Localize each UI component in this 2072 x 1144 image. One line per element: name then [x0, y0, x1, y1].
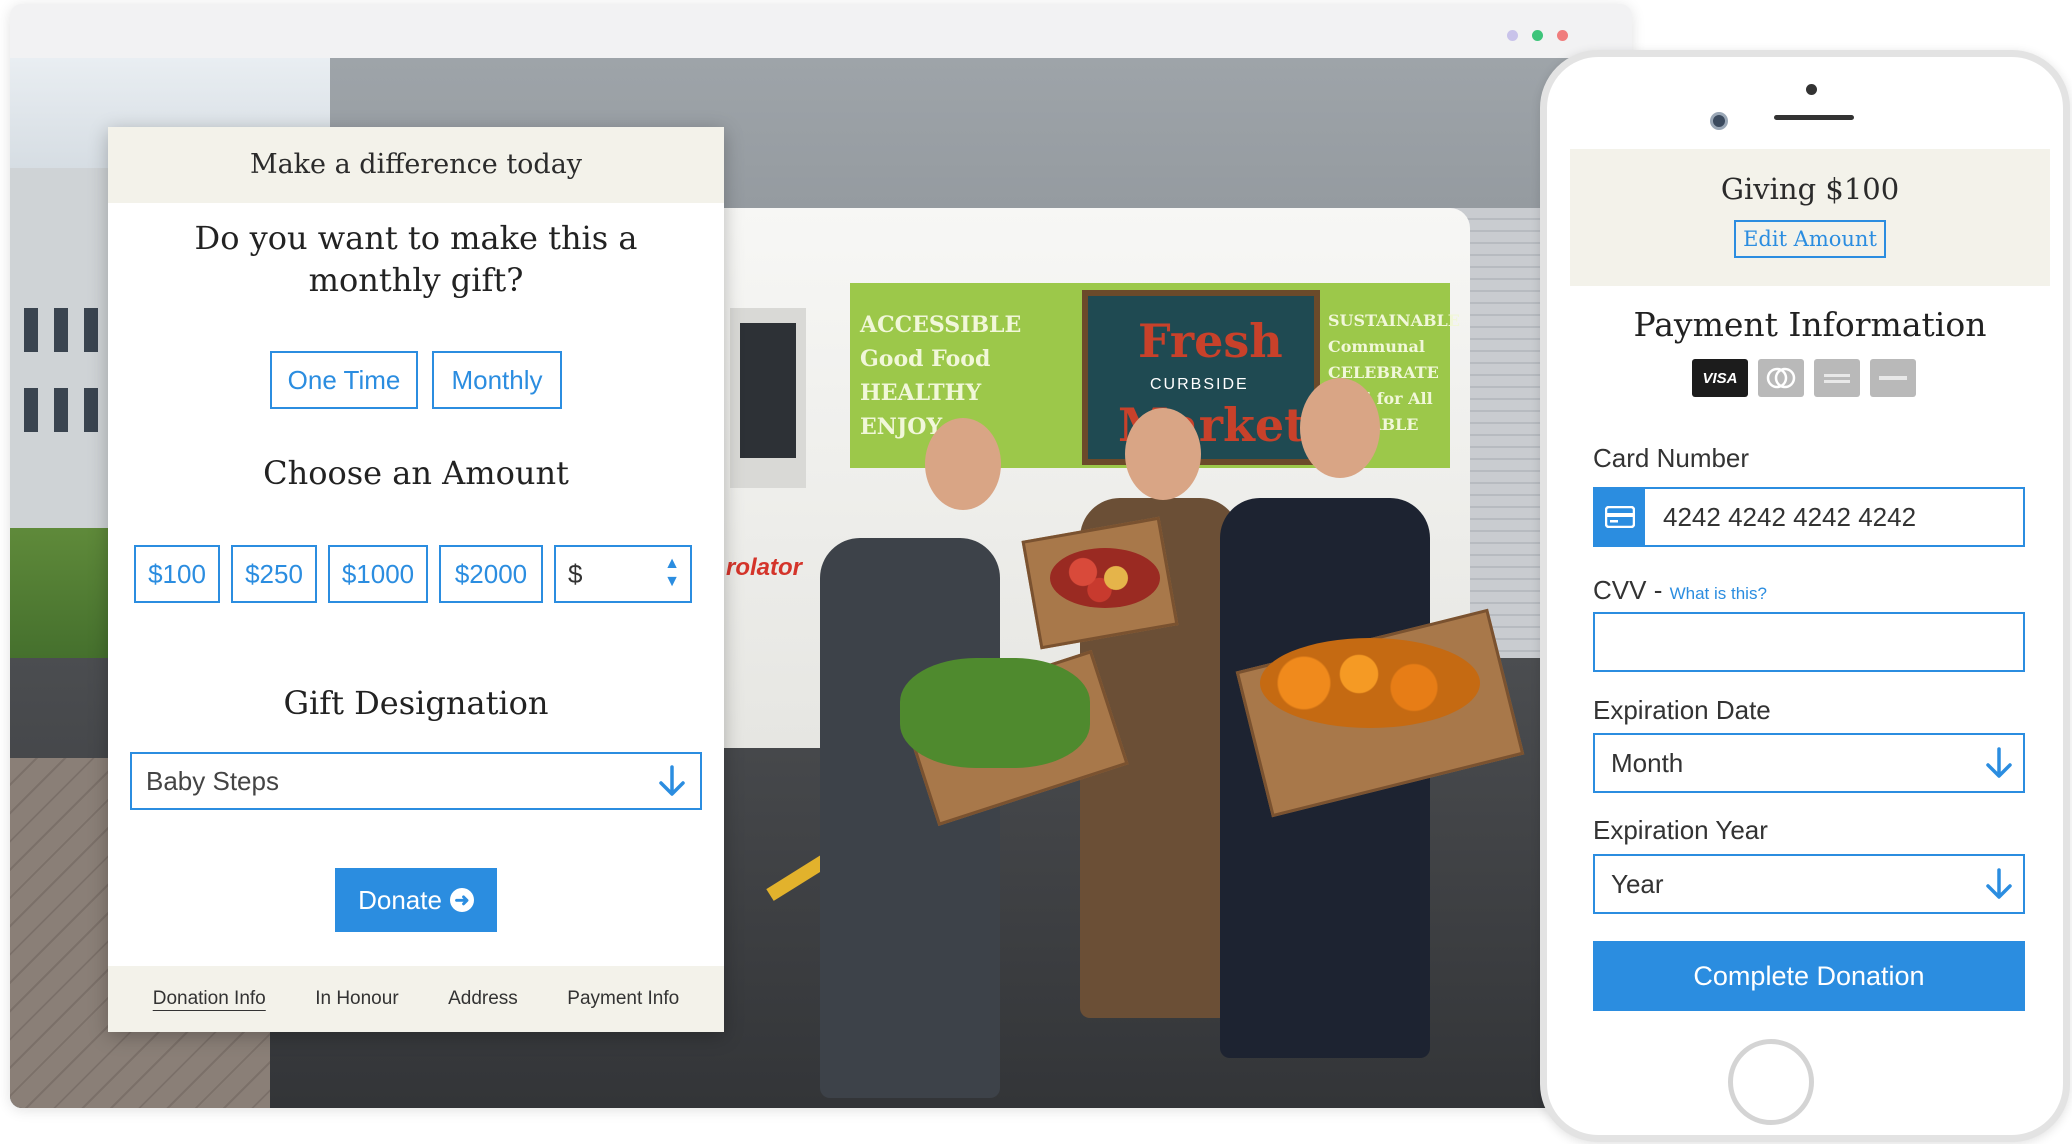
amount-options: $100 $250 $1000 $2000 $ ▲ ▼ [134, 545, 692, 603]
photo-banner-fresh: Fresh [1138, 314, 1283, 368]
payment-info-title: Payment Information [1633, 305, 1987, 344]
visa-icon: VISA [1692, 359, 1748, 397]
photo-herbs [900, 658, 1090, 768]
monthly-button[interactable]: Monthly [432, 351, 562, 409]
amount-250-button[interactable]: $250 [231, 545, 317, 603]
gift-designation-select[interactable]: Baby Steps [130, 752, 702, 810]
expiration-date-label: Expiration Date [1593, 695, 1771, 725]
donate-button[interactable]: Donate ➜ [335, 868, 497, 932]
mastercard-icon [1758, 359, 1804, 397]
photo-apples [1050, 548, 1160, 608]
discover-stripe-icon [1879, 376, 1907, 380]
tab-payment-info[interactable]: Payment Info [567, 988, 679, 1010]
frequency-options: One Time Monthly [108, 351, 724, 409]
photo-person-middle-head [1125, 408, 1201, 500]
expiration-year-select[interactable]: Year [1593, 854, 2025, 914]
arrow-down-icon [1986, 868, 2012, 899]
form-header: Make a difference today [108, 127, 724, 203]
photo-pumpkins [1260, 638, 1480, 728]
photo-windows [24, 388, 114, 432]
arrow-down-icon [1986, 747, 2012, 778]
photo-person-left-head [925, 418, 1001, 510]
gift-designation-value: Baby Steps [146, 765, 279, 796]
cvv-dash: - [1653, 575, 1670, 605]
form-steps-nav: Donation Info In Honour Address Payment … [108, 966, 724, 1032]
photo-windows [24, 308, 114, 352]
card-number-value: 4242 4242 4242 4242 [1663, 501, 1917, 532]
tab-donation-info[interactable]: Donation Info [153, 988, 266, 1010]
circle-arrow-right-icon: ➜ [449, 888, 474, 912]
photo-person-right-head [1300, 378, 1380, 478]
window-dot-red[interactable] [1557, 30, 1568, 41]
cvv-input[interactable] [1593, 612, 2025, 672]
monthly-gift-question: Do you want to make this a monthly gift? [194, 219, 638, 299]
month-value: Month [1611, 747, 1684, 778]
browser-titlebar [10, 4, 1632, 58]
amount-2000-button[interactable]: $2000 [439, 545, 543, 603]
discover-icon [1870, 359, 1916, 397]
photo-person-left [820, 538, 1000, 1098]
window-dot-green[interactable] [1532, 30, 1543, 41]
phone-camera-icon [1710, 112, 1728, 130]
card-number-input[interactable]: 4242 4242 4242 4242 [1593, 487, 2025, 547]
phone-sensor [1806, 84, 1817, 95]
visa-text: VISA [1702, 369, 1738, 387]
stepper-arrows-icon[interactable]: ▲ ▼ [664, 555, 680, 591]
window-controls [1507, 30, 1568, 41]
credit-card-glyph-icon [1605, 506, 1635, 528]
mastercard-circles-icon [1766, 367, 1796, 389]
cvv-label: CVV [1593, 575, 1647, 605]
giving-amount: Giving $100 [1720, 172, 1900, 206]
choose-amount-title: Choose an Amount [263, 454, 569, 492]
amount-100-button[interactable]: $100 [134, 545, 220, 603]
photo-truck-window [740, 323, 796, 458]
phone-speaker [1774, 115, 1854, 120]
complete-donation-button[interactable]: Complete Donation [1593, 941, 2025, 1011]
year-value: Year [1611, 868, 1664, 899]
one-time-button[interactable]: One Time [270, 351, 418, 409]
tab-in-honour[interactable]: In Honour [315, 988, 398, 1010]
donation-form-card: Make a difference today Do you want to m… [108, 127, 724, 1032]
amex-lines-icon [1824, 374, 1850, 383]
gift-designation-title: Gift Designation [283, 684, 549, 722]
custom-amount-input[interactable]: $ ▲ ▼ [554, 545, 692, 603]
photo-banner-curbside: CURBSIDE [1150, 376, 1249, 393]
payment-summary-header: Giving $100 Edit Amount [1570, 149, 2050, 286]
phone-home-button[interactable] [1728, 1039, 1814, 1125]
donate-label: Donate [358, 884, 442, 915]
amount-1000-button[interactable]: $1000 [328, 545, 428, 603]
cvv-help-link[interactable]: What is this? [1670, 584, 1767, 603]
card-logos: VISA [1692, 359, 1916, 397]
credit-card-icon [1595, 489, 1645, 545]
custom-amount-prefix: $ [568, 558, 583, 589]
expiration-year-label: Expiration Year [1593, 815, 1768, 845]
arrow-down-icon [659, 765, 685, 796]
edit-amount-button[interactable]: Edit Amount [1734, 220, 1886, 258]
amex-icon [1814, 359, 1860, 397]
phone-mockup: Giving $100 Edit Amount Payment Informat… [1540, 50, 2070, 1142]
expiration-month-select[interactable]: Month [1593, 733, 2025, 793]
tab-address[interactable]: Address [448, 988, 518, 1010]
photo-truck-brand: rolator [726, 554, 803, 581]
card-number-label: Card Number [1593, 443, 1750, 473]
window-dot-purple[interactable] [1507, 30, 1518, 41]
cvv-label-row: CVV - What is this? [1593, 575, 1767, 606]
